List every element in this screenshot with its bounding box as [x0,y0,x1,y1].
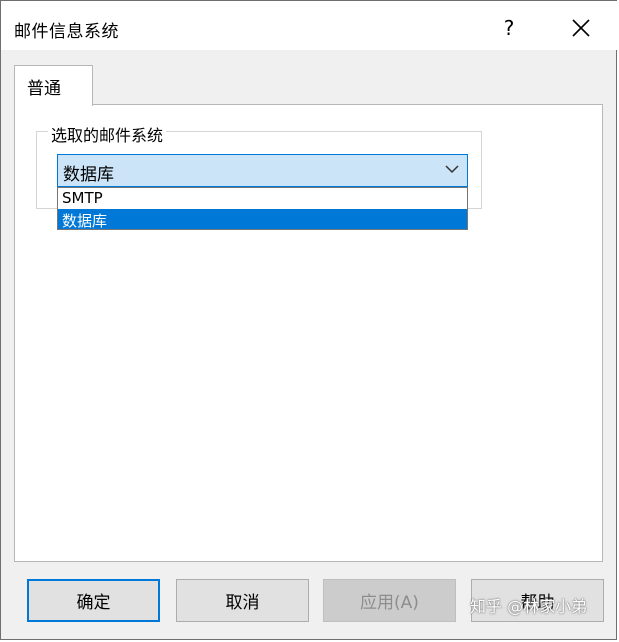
option-database-label: 数据库 [62,212,108,230]
ok-button-label: 确定 [76,593,111,613]
cancel-button-label: 取消 [225,593,260,613]
help-title-button[interactable]: ? [486,5,532,50]
close-button[interactable] [556,5,606,50]
window-title: 邮件信息系统 [14,22,119,42]
apply-button: 应用(A) [323,579,456,622]
mail-system-group-label: 选取的邮件系统 [48,122,167,146]
ok-button[interactable]: 确定 [27,579,160,622]
question-mark-icon: ? [503,15,515,40]
cancel-button[interactable]: 取消 [176,579,309,622]
option-smtp-label: SMTP [62,189,103,207]
watermark: 知乎 @林家小弟 [470,597,588,616]
dialog-window: 邮件信息系统 ? 普通 选取的邮件系统 数据库 SMTP 数据库 确定 取消 应… [0,0,618,640]
close-icon [572,18,590,37]
tab-general-label: 普通 [27,79,61,99]
title-bar: 邮件信息系统 ? [1,5,618,50]
option-smtp[interactable]: SMTP [58,188,467,208]
tab-general[interactable]: 普通 [14,65,93,106]
chevron-down-icon[interactable] [445,164,459,174]
mail-system-select[interactable]: 数据库 [57,154,468,187]
mail-system-selected-value: 数据库 [63,165,114,185]
apply-button-label: 应用(A) [360,593,419,613]
option-database[interactable]: 数据库 [58,209,467,230]
mail-system-dropdown-list: SMTP 数据库 [57,187,468,230]
